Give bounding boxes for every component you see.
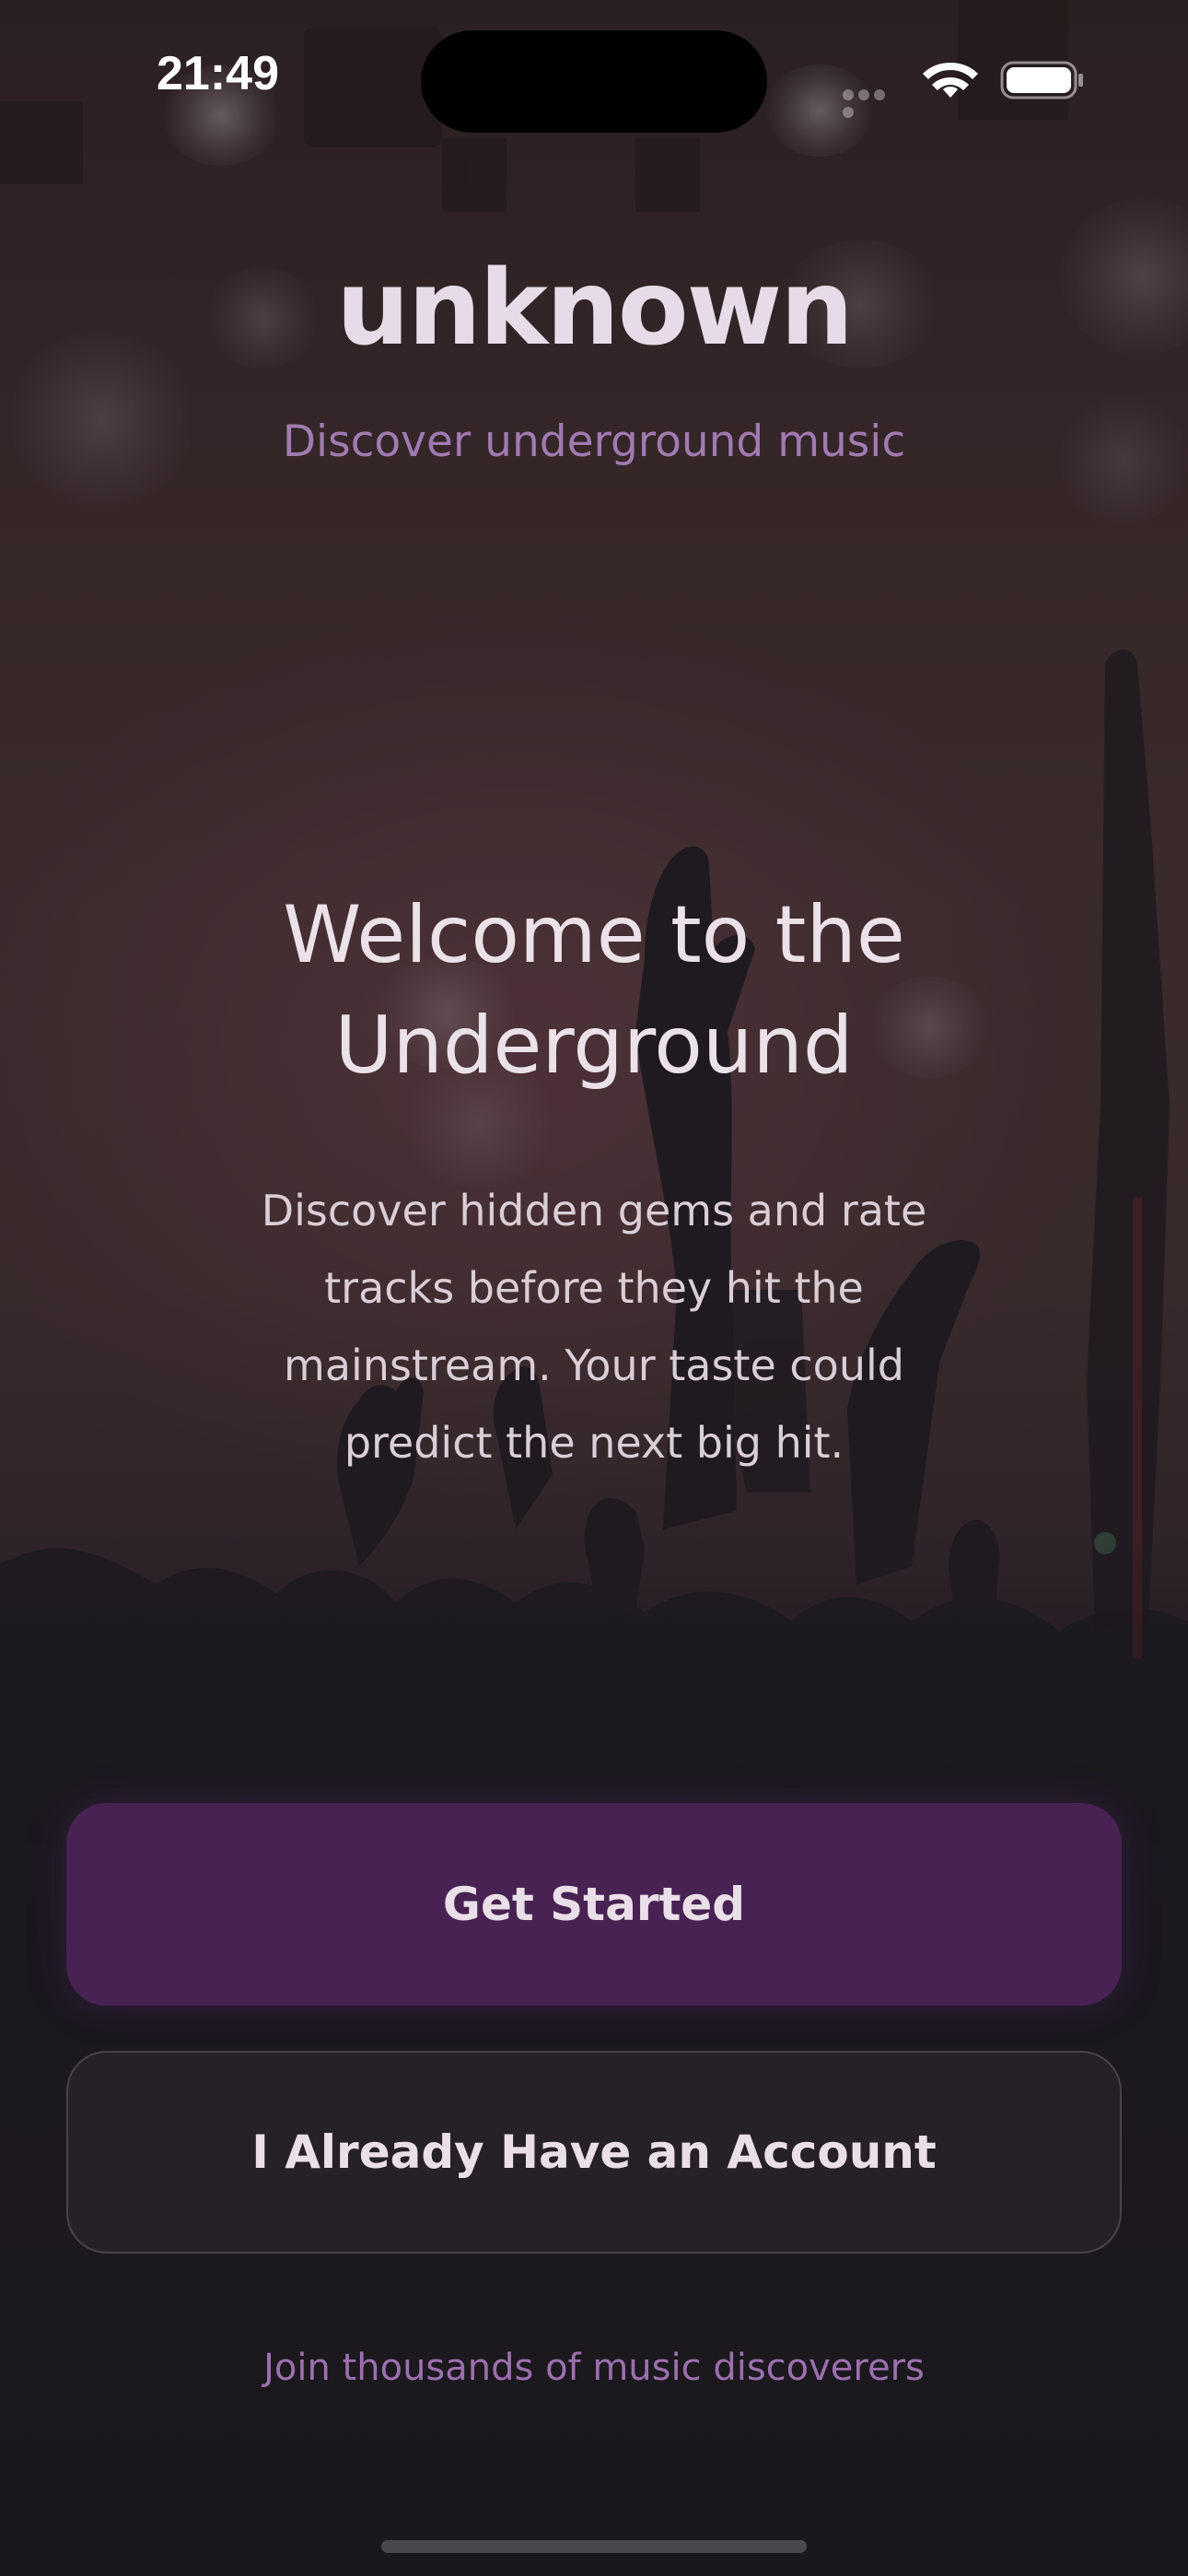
- existing-account-button[interactable]: I Already Have an Account: [66, 2051, 1122, 2254]
- welcome-description-line: Discover hidden gems and rate: [261, 1186, 927, 1235]
- welcome-title-line: Underground: [334, 1000, 854, 1092]
- footer-note: Join thousands of music discoverers: [263, 2347, 925, 2389]
- existing-account-label: I Already Have an Account: [251, 2125, 937, 2179]
- home-indicator[interactable]: [381, 2540, 807, 2553]
- get-started-button[interactable]: Get Started: [66, 1803, 1122, 2006]
- wifi-icon: [923, 63, 978, 98]
- welcome-title: Welcome to the Underground: [134, 880, 1054, 1101]
- welcome-description-line: mainstream. Your taste could: [284, 1341, 904, 1390]
- battery-icon: [1000, 61, 1083, 100]
- dynamic-island: [421, 30, 767, 133]
- welcome-description-line: tracks before they hit the: [324, 1263, 864, 1313]
- welcome-description: Discover hidden gems and rate tracks bef…: [180, 1172, 1008, 1481]
- welcome-screen: 21:49 unknown Discover underground music…: [0, 0, 1188, 2576]
- get-started-label: Get Started: [442, 1878, 746, 1931]
- status-time: 21:49: [157, 47, 279, 100]
- welcome-title-line: Welcome to the: [283, 889, 905, 981]
- welcome-description-line: predict the next big hit.: [344, 1418, 844, 1468]
- tagline: Discover underground music: [282, 416, 906, 467]
- app-logo: unknown: [336, 249, 854, 369]
- signal-dots-icon: [843, 87, 903, 118]
